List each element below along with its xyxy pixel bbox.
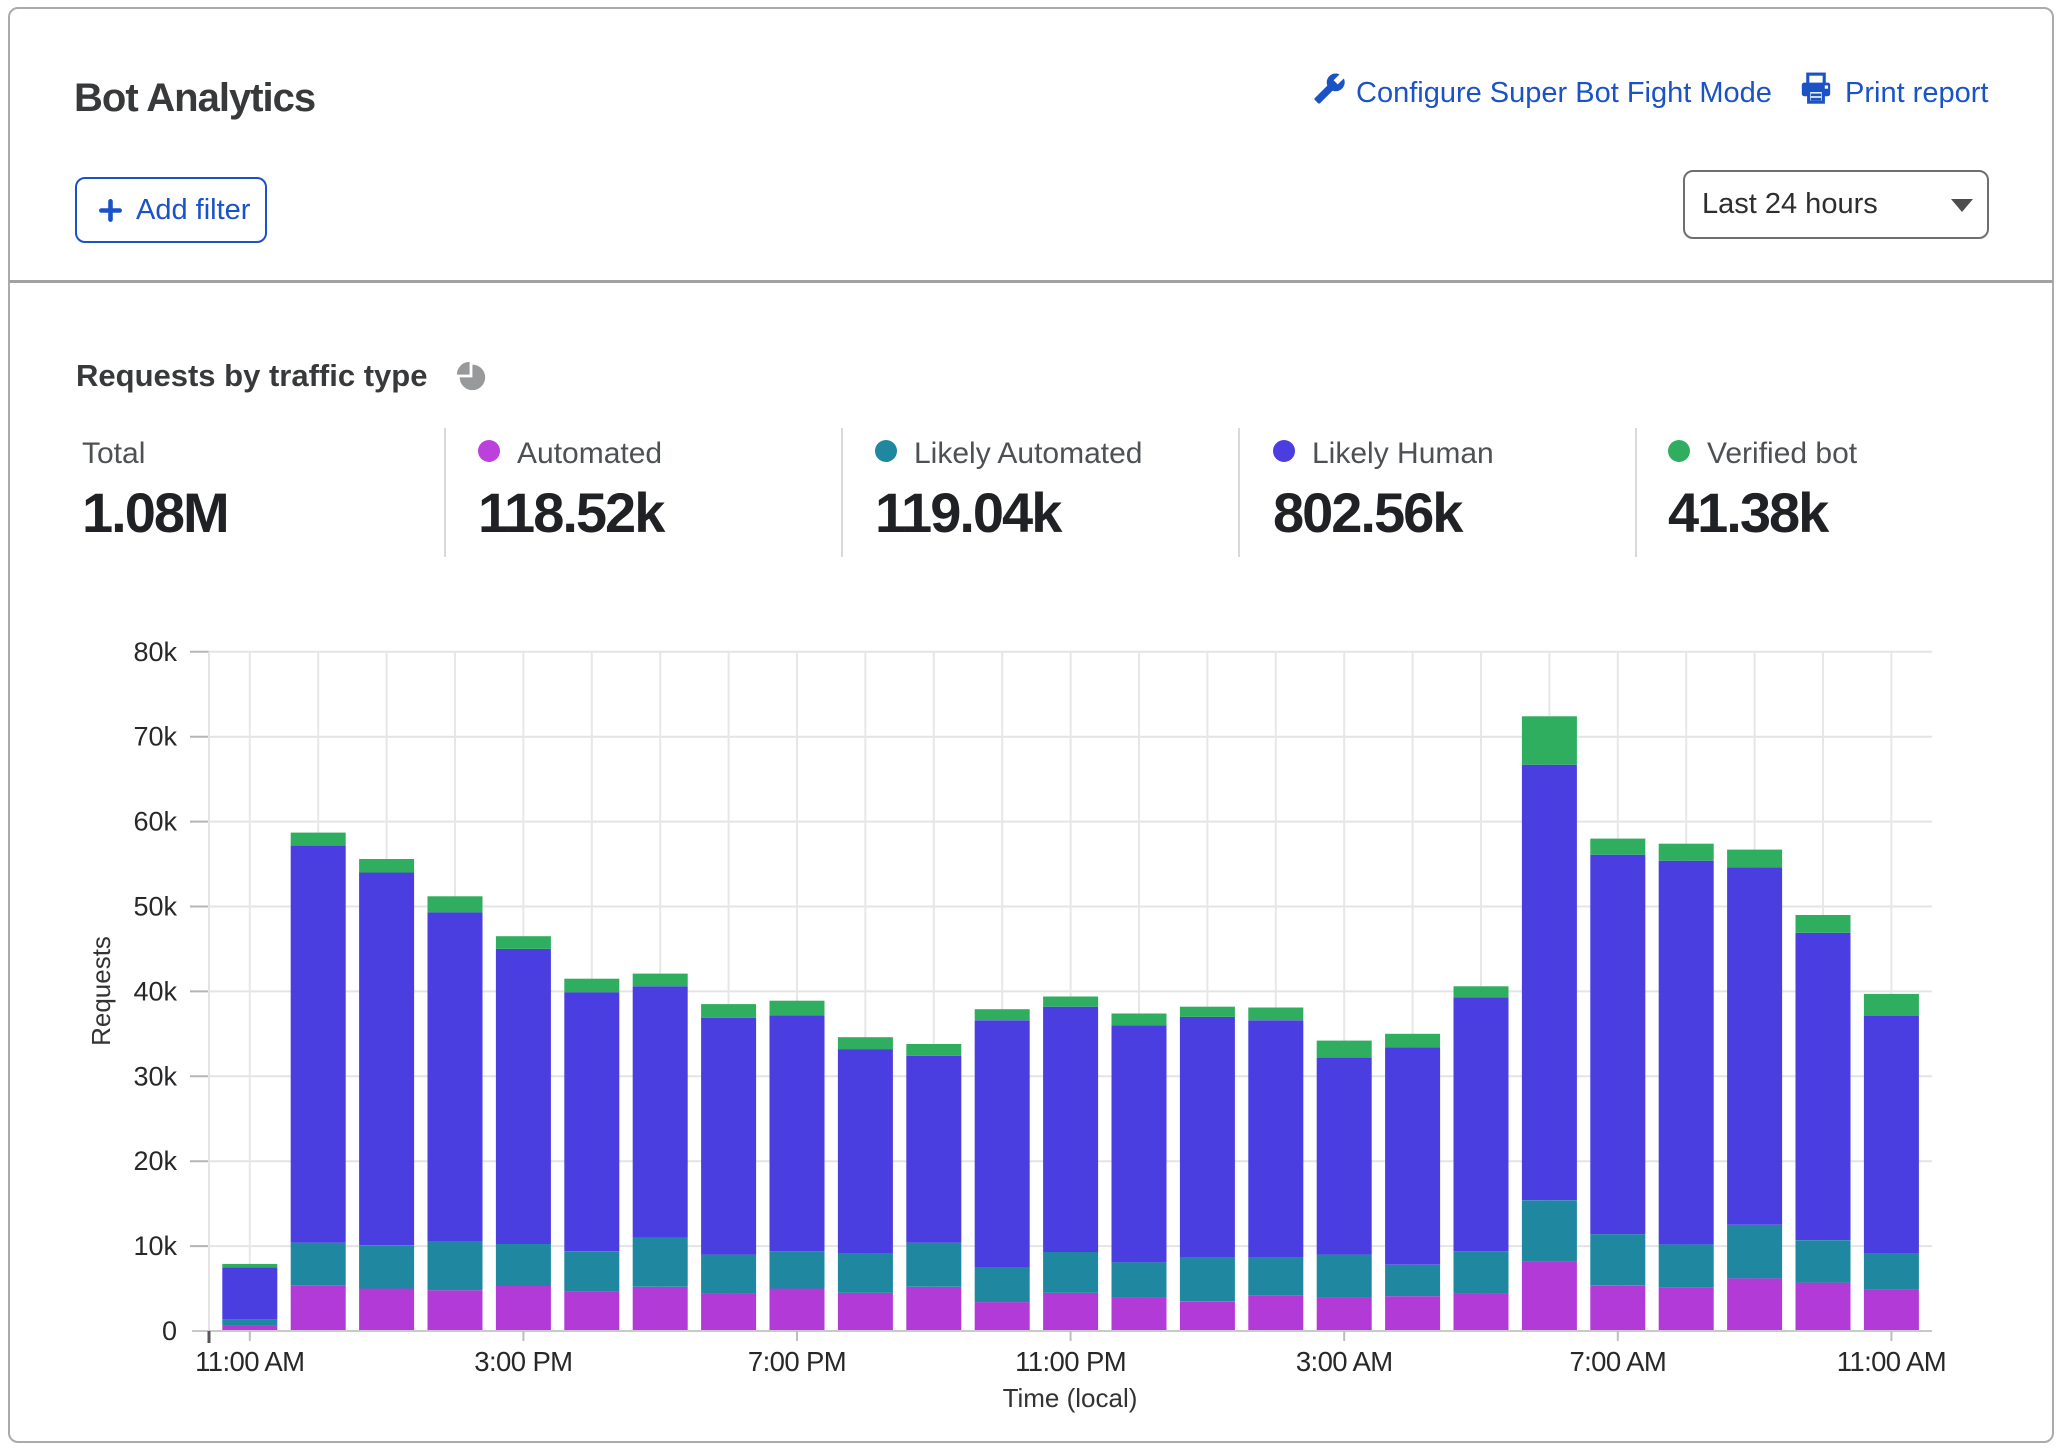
- svg-text:7:00 PM: 7:00 PM: [748, 1346, 846, 1377]
- svg-text:7:00 AM: 7:00 AM: [1569, 1346, 1666, 1377]
- svg-text:11:00 AM: 11:00 AM: [1837, 1346, 1946, 1377]
- svg-text:50k: 50k: [133, 892, 177, 922]
- svg-text:Time (local): Time (local): [1003, 1383, 1138, 1413]
- svg-text:3:00 PM: 3:00 PM: [474, 1346, 572, 1377]
- svg-text:11:00 AM: 11:00 AM: [195, 1346, 304, 1377]
- svg-text:80k: 80k: [133, 637, 177, 667]
- svg-text:0: 0: [162, 1316, 177, 1346]
- svg-text:40k: 40k: [133, 976, 177, 1006]
- svg-text:20k: 20k: [133, 1146, 177, 1176]
- svg-text:60k: 60k: [133, 807, 177, 837]
- svg-text:11:00 PM: 11:00 PM: [1015, 1346, 1126, 1377]
- svg-text:3:00 AM: 3:00 AM: [1296, 1346, 1393, 1377]
- svg-text:30k: 30k: [133, 1061, 177, 1091]
- svg-text:Requests: Requests: [86, 936, 116, 1046]
- svg-text:70k: 70k: [133, 722, 177, 752]
- svg-text:10k: 10k: [133, 1231, 177, 1261]
